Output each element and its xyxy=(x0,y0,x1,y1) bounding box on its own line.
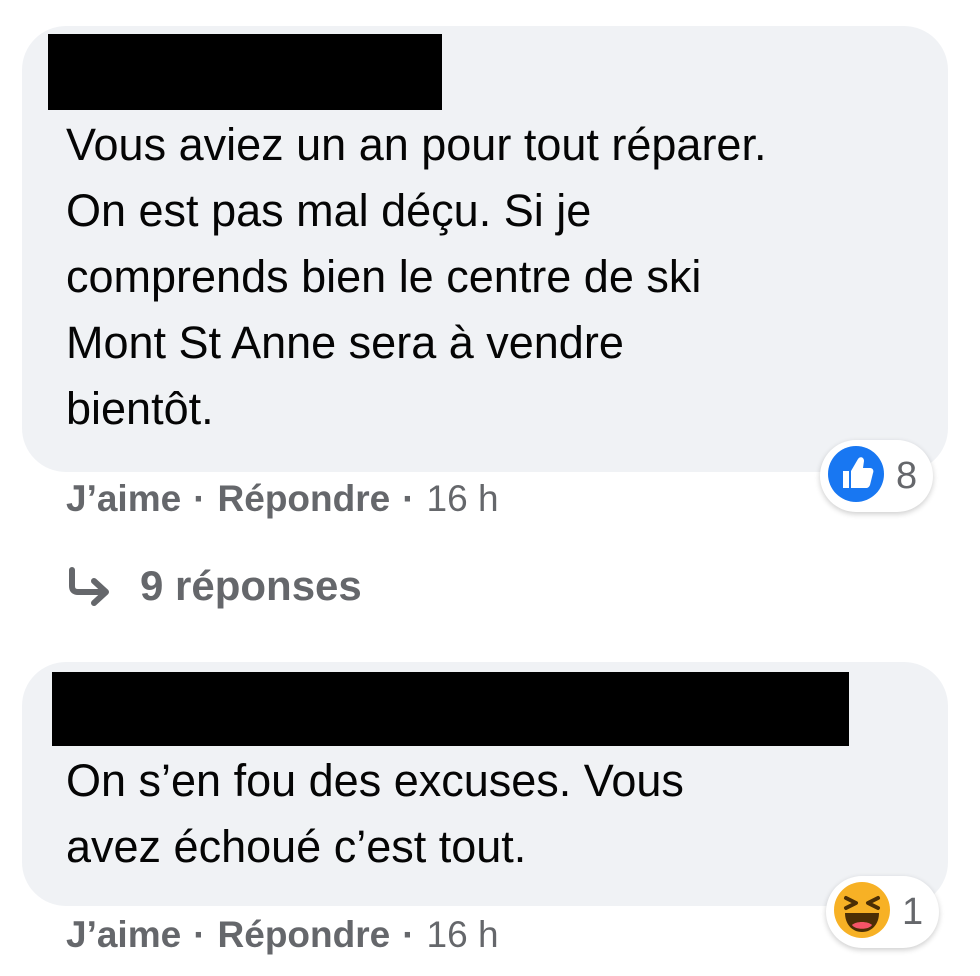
reaction-count: 8 xyxy=(896,454,918,497)
redacted-author-name xyxy=(48,34,442,110)
like-button[interactable]: J’aime xyxy=(66,914,181,956)
reply-arrow-icon xyxy=(69,567,109,606)
separator: · xyxy=(193,914,206,955)
separator: · xyxy=(402,478,415,519)
comment-text: On s’en fou des excuses. Vous avez échou… xyxy=(66,755,684,872)
separator: · xyxy=(193,478,206,519)
reply-button[interactable]: Répondre xyxy=(218,478,391,520)
reaction-summary[interactable]: 1 xyxy=(826,876,940,948)
comment-actions: J’aime · Répondre · 16 h xyxy=(66,914,499,956)
comment-actions: J’aime · Répondre · 16 h xyxy=(66,478,499,520)
reaction-summary[interactable]: 8 xyxy=(820,440,934,512)
replies-count-label: 9 réponses xyxy=(140,562,362,609)
comment-text: Vous aviez un an pour tout réparer. On e… xyxy=(66,119,767,434)
reply-button[interactable]: Répondre xyxy=(218,914,391,956)
reaction-count: 1 xyxy=(902,890,924,933)
timestamp[interactable]: 16 h xyxy=(427,914,499,956)
haha-icon xyxy=(832,880,892,945)
view-replies-button[interactable]: 9 réponses xyxy=(66,562,362,610)
like-button[interactable]: J’aime xyxy=(66,478,181,520)
redacted-author-name xyxy=(52,672,849,746)
comments-thread: Vous aviez un an pour tout réparer. On e… xyxy=(0,0,980,976)
separator: · xyxy=(402,914,415,955)
timestamp[interactable]: 16 h xyxy=(427,478,499,520)
like-icon xyxy=(826,444,886,509)
